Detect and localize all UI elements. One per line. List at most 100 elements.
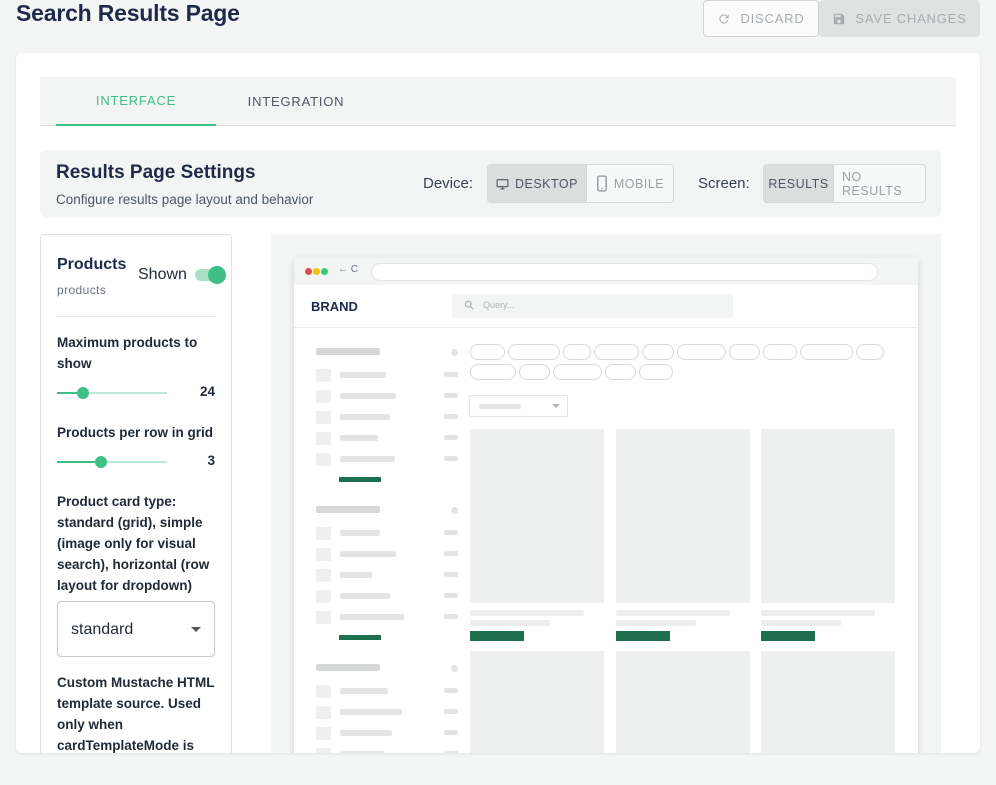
facet-count — [444, 614, 458, 619]
facet-count — [444, 572, 458, 577]
results-settings-bar: Results Page Settings Configure results … — [40, 150, 941, 217]
filter-chip — [763, 344, 797, 360]
product-name — [616, 620, 696, 626]
filter-chip — [729, 344, 760, 360]
product-name — [616, 610, 730, 616]
tab-interface[interactable]: INTERFACE — [56, 77, 216, 126]
facet-line — [340, 593, 390, 599]
screen-toggle: RESULTS NO RESULTS — [763, 164, 926, 203]
tab-bar: INTERFACE INTEGRATION — [40, 77, 956, 126]
slider-thumb[interactable] — [95, 456, 107, 468]
shown-toggle[interactable] — [195, 266, 226, 284]
product-name — [470, 620, 550, 626]
page-title: Search Results Page — [16, 0, 240, 26]
slider-thumb[interactable] — [77, 387, 89, 399]
facet-count — [444, 709, 458, 714]
template-label: Custom Mustache HTML template source. Us… — [57, 675, 215, 753]
facet-line — [340, 730, 392, 736]
sort-caret-icon — [552, 404, 560, 408]
toggle-knob — [208, 266, 226, 284]
filter-chip — [508, 344, 560, 360]
products-key: products — [57, 283, 107, 297]
facet-count — [444, 751, 458, 753]
filter-chip — [519, 364, 550, 380]
facet-line — [340, 572, 372, 578]
per-row-label: Products per row in grid — [57, 425, 214, 440]
product-price — [470, 631, 524, 641]
facet-count — [444, 593, 458, 598]
products-panel: Products products Shown Maximum products… — [40, 234, 232, 753]
filter-chip — [605, 364, 636, 380]
card-type-value: standard — [71, 621, 134, 638]
product-image — [616, 651, 750, 753]
refresh-icon — [719, 13, 730, 24]
facet-count — [444, 456, 458, 461]
browser-mockup: ← C BRAND Query... — [294, 258, 918, 753]
per-row-slider[interactable] — [57, 456, 167, 468]
mobile-icon — [596, 175, 607, 192]
desktop-icon — [496, 178, 509, 189]
facet-checkbox — [316, 706, 331, 719]
facet-line — [340, 688, 388, 694]
facet-checkbox — [316, 590, 331, 603]
facet-line — [340, 530, 380, 536]
facet-line — [340, 456, 395, 462]
results-button[interactable]: RESULTS — [764, 165, 833, 202]
settings-subtitle: Configure results page layout and behavi… — [56, 192, 314, 207]
max-products-value: 24 — [199, 384, 215, 399]
filter-chip — [642, 344, 674, 360]
facet-checkbox — [316, 527, 331, 540]
preview-search: Query... — [452, 294, 733, 318]
settings-title: Results Page Settings — [56, 162, 256, 183]
facet-checkbox — [316, 569, 331, 582]
facet-line — [340, 551, 396, 557]
show-more-link — [339, 635, 381, 640]
facet-title — [316, 348, 380, 355]
filter-chip — [800, 344, 853, 360]
browser-toolbar: ← C — [294, 258, 918, 285]
discard-button[interactable]: DISCARD — [703, 0, 819, 37]
filter-chip — [553, 364, 602, 380]
facet-checkbox — [316, 390, 331, 403]
save-changes-button[interactable]: SAVE CHANGES — [819, 0, 980, 37]
facet-checkbox — [316, 548, 331, 561]
facet-line — [340, 751, 384, 753]
facet-checkbox — [316, 411, 331, 424]
facet-count — [444, 551, 458, 556]
minimize-dot — [313, 268, 320, 275]
divider — [57, 316, 215, 317]
card-type-select[interactable]: standard — [57, 601, 215, 657]
facet-checkbox — [316, 611, 331, 624]
product-image — [761, 651, 895, 753]
desktop-button[interactable]: DESKTOP — [488, 165, 586, 202]
facet-toggle — [451, 349, 458, 356]
facet-title — [316, 506, 380, 513]
facet-checkbox — [316, 432, 331, 445]
products-title: Products — [57, 256, 127, 273]
facet-line — [340, 393, 396, 399]
product-image — [470, 651, 604, 753]
mobile-label: MOBILE — [613, 176, 665, 191]
mobile-button[interactable]: MOBILE — [586, 165, 673, 202]
product-price — [616, 631, 670, 641]
screen-label: Screen: — [698, 175, 750, 192]
filter-chip — [639, 364, 673, 380]
facet-line — [340, 709, 402, 715]
filter-chip — [563, 344, 591, 360]
search-placeholder: Query... — [483, 300, 515, 310]
facet-line — [340, 372, 386, 378]
desktop-label: DESKTOP — [514, 176, 578, 191]
filter-chip — [470, 344, 505, 360]
product-image — [470, 429, 604, 603]
facet-checkbox — [316, 369, 331, 382]
save-icon — [834, 13, 845, 24]
max-products-slider[interactable] — [57, 387, 167, 399]
filter-chip — [594, 344, 639, 360]
facet-checkbox — [316, 453, 331, 466]
tab-integration[interactable]: INTEGRATION — [216, 77, 376, 126]
discard-label: DISCARD — [740, 11, 805, 26]
show-more-link — [339, 477, 381, 482]
shown-label: Shown — [138, 266, 187, 283]
facet-checkbox — [316, 727, 331, 740]
no-results-button[interactable]: NO RESULTS — [833, 165, 925, 202]
